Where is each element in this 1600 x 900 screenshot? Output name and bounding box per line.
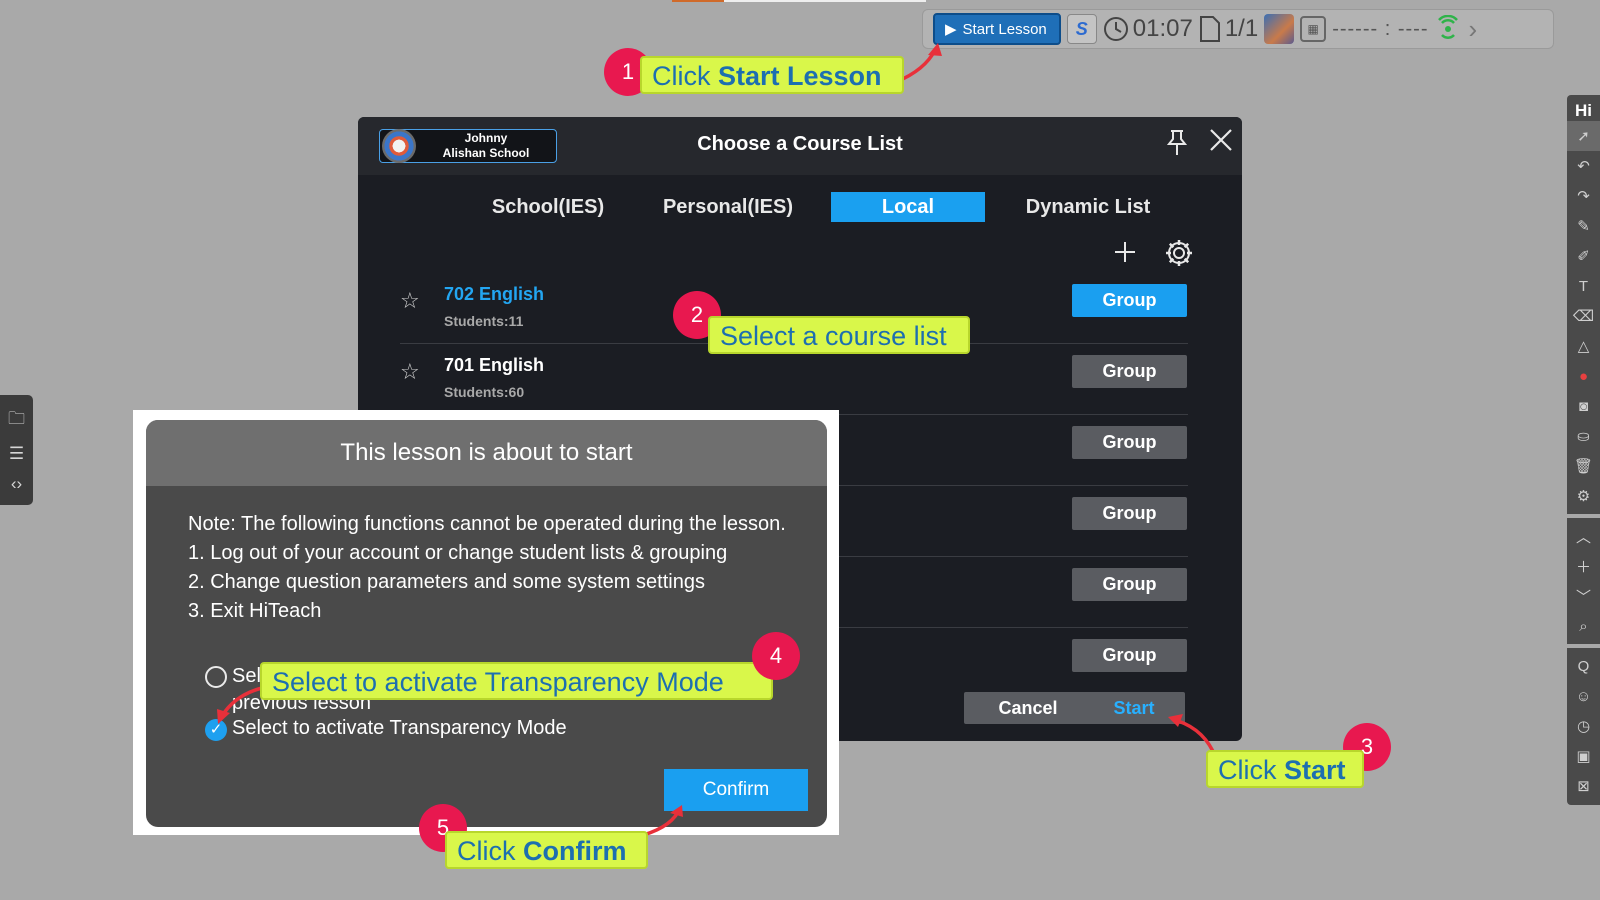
callout-prefix: Click	[652, 61, 718, 91]
callout-bold: Start	[1284, 755, 1346, 785]
callout-transparency-mode: Select to activate Transparency Mode	[260, 662, 773, 700]
callout-prefix: Click	[457, 836, 523, 866]
callout-bold: Start Lesson	[718, 61, 882, 91]
callout-bold: Confirm	[523, 836, 627, 866]
step-badge-4: 4	[752, 632, 800, 680]
callout-click-confirm: Click Confirm	[445, 831, 648, 869]
callout-click-start-lesson: Click Start Lesson	[640, 56, 904, 94]
callout-select-course-list: Select a course list	[708, 316, 970, 354]
callout-prefix: Click	[1218, 755, 1284, 785]
callout-click-start: Click Start	[1206, 750, 1364, 788]
